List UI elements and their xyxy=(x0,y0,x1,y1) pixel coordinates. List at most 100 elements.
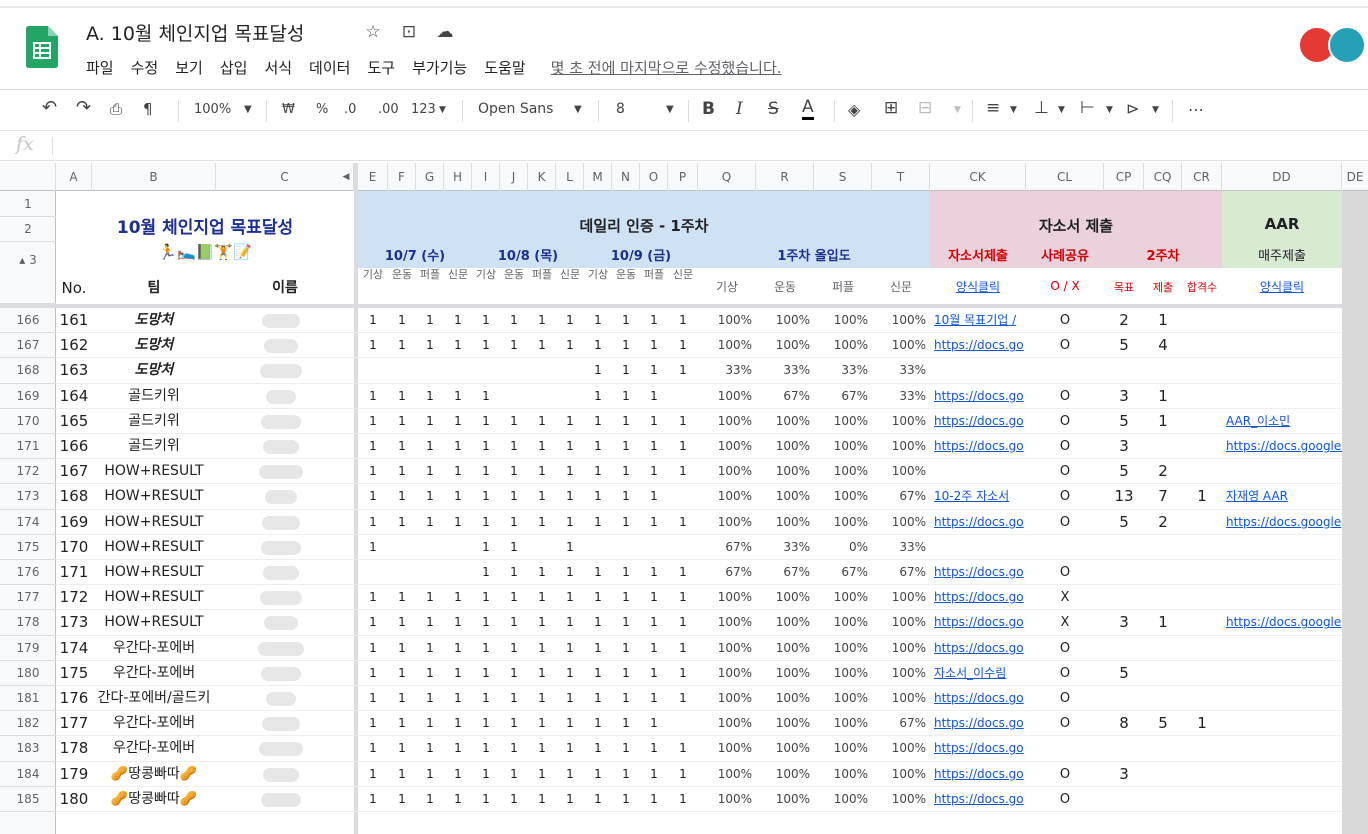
weekly-rate-cell[interactable]: 33% xyxy=(814,358,872,383)
pass-cell[interactable] xyxy=(1182,333,1222,358)
merge-cells-icon[interactable]: ⊟ xyxy=(918,98,932,118)
daily-check-cell[interactable]: 1 xyxy=(358,333,388,358)
daily-check-cell[interactable]: 1 xyxy=(358,459,388,484)
daily-sub-label[interactable]: 운동 xyxy=(388,268,416,282)
column-header-o[interactable]: O xyxy=(640,163,668,191)
daily-check-cell[interactable]: 1 xyxy=(556,636,584,661)
daily-check-cell[interactable] xyxy=(416,358,444,383)
weekly-rate-cell[interactable]: 67% xyxy=(872,711,930,736)
daily-check-cell[interactable]: 1 xyxy=(612,711,640,736)
aar-link-cell[interactable] xyxy=(1226,459,1342,484)
weekly-rate-cell[interactable]: 100% xyxy=(698,762,756,787)
column-header-h[interactable]: H xyxy=(444,163,472,191)
redacted-name[interactable] xyxy=(263,767,299,782)
daily-check-cell[interactable]: 1 xyxy=(612,686,640,711)
day-header-3[interactable]: 10/9 (금) xyxy=(584,245,698,264)
aar-link-cell[interactable] xyxy=(1226,384,1342,409)
row-number[interactable]: 175 xyxy=(56,661,92,686)
submit-cell[interactable]: 7 xyxy=(1144,484,1182,509)
row-number[interactable]: 171 xyxy=(56,560,92,585)
column-header-r[interactable]: R xyxy=(756,163,814,191)
pass-cell[interactable] xyxy=(1182,308,1222,333)
week-col-news[interactable]: 신문 xyxy=(872,278,930,295)
daily-check-cell[interactable]: 1 xyxy=(640,711,668,736)
redacted-name[interactable] xyxy=(260,591,302,606)
header-name[interactable]: 이름 xyxy=(216,277,354,297)
row-header-1[interactable]: 1 xyxy=(0,191,56,217)
daily-check-cell[interactable]: 1 xyxy=(388,484,416,509)
redacted-name[interactable] xyxy=(266,692,296,706)
pass-cell[interactable] xyxy=(1182,787,1222,812)
daily-check-cell[interactable]: 1 xyxy=(668,308,698,333)
daily-check-cell[interactable]: 1 xyxy=(584,661,612,686)
aar-link-cell[interactable]: AAR_이소민 xyxy=(1226,409,1342,434)
weekly-rate-cell[interactable]: 100% xyxy=(814,409,872,434)
daily-check-cell[interactable]: 1 xyxy=(444,610,472,635)
weekly-rate-cell[interactable]: 33% xyxy=(698,358,756,383)
daily-check-cell[interactable]: 1 xyxy=(388,510,416,535)
daily-check-cell[interactable]: 1 xyxy=(444,459,472,484)
daily-check-cell[interactable]: 1 xyxy=(472,661,500,686)
daily-check-cell[interactable]: 1 xyxy=(472,787,500,812)
daily-check-cell[interactable]: 1 xyxy=(640,409,668,434)
daily-check-cell[interactable]: 1 xyxy=(668,585,698,610)
daily-check-cell[interactable]: 1 xyxy=(668,409,698,434)
case-share-cell[interactable]: O xyxy=(1026,510,1104,535)
daily-sub-label[interactable]: 퍼플 xyxy=(416,268,444,282)
daily-check-cell[interactable]: 1 xyxy=(444,636,472,661)
column-header-de[interactable]: DE xyxy=(1342,163,1368,191)
daily-check-cell[interactable]: 1 xyxy=(416,736,444,761)
daily-check-cell[interactable]: 1 xyxy=(668,762,698,787)
daily-check-cell[interactable]: 1 xyxy=(444,711,472,736)
daily-check-cell[interactable]: 1 xyxy=(584,358,612,383)
daily-check-cell[interactable]: 1 xyxy=(640,510,668,535)
goal-cell[interactable] xyxy=(1104,787,1144,812)
day-header-1[interactable]: 10/7 (수) xyxy=(358,245,472,264)
aar-link-cell[interactable] xyxy=(1226,636,1342,661)
decrease-decimal-button[interactable]: .0 xyxy=(344,102,356,117)
submit-cell[interactable]: 4 xyxy=(1144,333,1182,358)
essay-link-cell[interactable]: https://docs.go xyxy=(934,686,1026,711)
daily-check-cell[interactable] xyxy=(500,358,528,383)
weekly-rate-cell[interactable]: 100% xyxy=(872,510,930,535)
pass-cell[interactable] xyxy=(1182,610,1222,635)
borders-icon[interactable]: ⊞ xyxy=(884,98,898,118)
weekly-rate-cell[interactable]: 100% xyxy=(814,434,872,459)
weekly-rate-cell[interactable]: 100% xyxy=(756,686,814,711)
aar-link-cell[interactable] xyxy=(1226,686,1342,711)
row-header[interactable]: 177 xyxy=(0,585,56,611)
weekly-rate-cell[interactable]: 100% xyxy=(872,787,930,812)
column-header-a[interactable]: A xyxy=(56,163,92,191)
case-share-cell[interactable]: O xyxy=(1026,560,1104,585)
row-header-3[interactable]: ▴ 3 xyxy=(0,242,56,304)
avatar[interactable] xyxy=(1328,26,1366,64)
daily-check-cell[interactable]: 1 xyxy=(612,560,640,585)
goal-cell[interactable]: 5 xyxy=(1104,661,1144,686)
daily-check-cell[interactable]: 1 xyxy=(612,585,640,610)
team-cell[interactable]: 도망처 xyxy=(92,308,216,333)
sheets-logo-icon[interactable] xyxy=(26,26,58,68)
print-icon[interactable]: ⎙ xyxy=(110,100,122,118)
menu-help[interactable]: 도움말 xyxy=(484,57,525,78)
team-cell[interactable]: HOW+RESULT xyxy=(92,560,216,585)
column-header-m[interactable]: M xyxy=(584,163,612,191)
daily-check-cell[interactable]: 1 xyxy=(388,434,416,459)
redacted-name[interactable] xyxy=(261,666,301,681)
daily-check-cell[interactable]: 1 xyxy=(668,787,698,812)
daily-check-cell[interactable] xyxy=(640,535,668,560)
chevron-down-icon[interactable]: ▼ xyxy=(1010,105,1017,115)
daily-check-cell[interactable]: 1 xyxy=(640,434,668,459)
column-header-cp[interactable]: CP xyxy=(1104,163,1144,191)
pass-cell[interactable] xyxy=(1182,636,1222,661)
weekly-rate-cell[interactable]: 100% xyxy=(756,585,814,610)
menu-format[interactable]: 서식 xyxy=(264,57,292,78)
daily-check-cell[interactable]: 1 xyxy=(500,308,528,333)
daily-check-cell[interactable] xyxy=(388,535,416,560)
daily-check-cell[interactable]: 1 xyxy=(416,585,444,610)
weekly-rate-cell[interactable]: 100% xyxy=(698,434,756,459)
daily-sub-label[interactable]: 신문 xyxy=(444,268,472,282)
more-formats-button[interactable]: 123 xyxy=(411,102,436,117)
daily-check-cell[interactable]: 1 xyxy=(668,333,698,358)
aar-link-cell[interactable] xyxy=(1226,762,1342,787)
daily-check-cell[interactable]: 1 xyxy=(358,384,388,409)
